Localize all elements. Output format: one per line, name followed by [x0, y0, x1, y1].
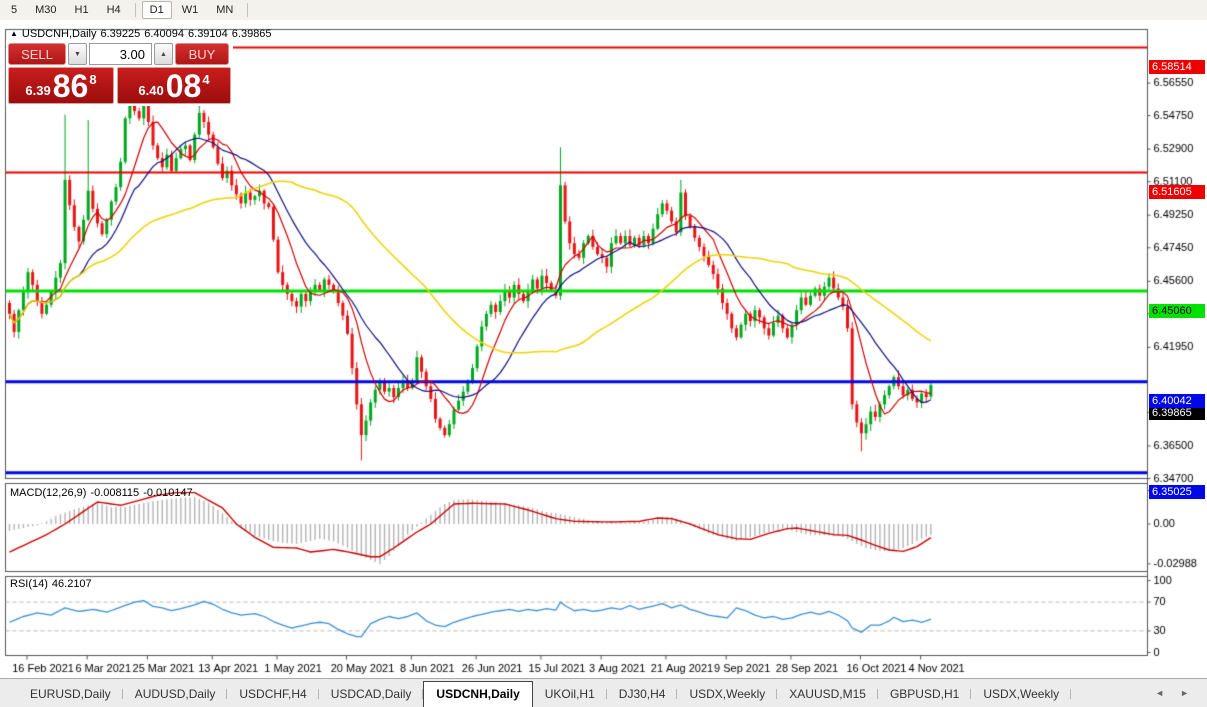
timeframe-button-h1[interactable]: H1 — [67, 1, 97, 19]
tab-ukoil-h1[interactable]: UKOil,H1 — [533, 683, 607, 707]
tab-usdcad-daily[interactable]: USDCAD,Daily — [319, 683, 424, 707]
tab-usdx-weekly[interactable]: USDX,Weekly — [677, 683, 777, 707]
tab-xauusd-m15[interactable]: XAUUSD,M15 — [777, 683, 878, 707]
chart-area: ▲USDCNH,Daily6.392256.400946.391046.3986… — [0, 20, 1207, 678]
sell-price-digits: 86 — [53, 71, 89, 101]
ohlc-open: 6.39225 — [100, 28, 140, 40]
volume-input[interactable]: 3.00 — [89, 43, 152, 65]
chart-tabs: EURUSD,DailyAUDUSD,DailyUSDCHF,H4USDCAD,… — [0, 679, 1071, 707]
tab-scroll-left-button[interactable]: ◄ — [1147, 684, 1172, 702]
tab-scroll-right-button[interactable]: ► — [1172, 684, 1197, 702]
price-level-badge-6-51605: 6.51605 — [1149, 185, 1205, 199]
ohlc-low: 6.39104 — [188, 28, 228, 40]
timeframe-button-5[interactable]: 5 — [3, 1, 25, 19]
volume-increase-button[interactable]: ▲ — [154, 43, 173, 65]
tab-audusd-daily[interactable]: AUDUSD,Daily — [123, 683, 228, 707]
sell-button[interactable]: SELL — [8, 43, 66, 65]
timeframe-button-mn[interactable]: MN — [208, 1, 241, 19]
tab-scroll-arrows: ◄ ► — [1147, 679, 1207, 707]
chart-symbol-label: USDCNH,Daily — [22, 28, 97, 40]
buy-price-digits: 08 — [166, 71, 202, 101]
one-click-trading-panel: SELL ▼ 3.00 ▲ BUY 6.39 86 8 6.40 08 4 — [6, 41, 233, 106]
buy-price-pip: 4 — [202, 72, 209, 87]
price-level-badge-6-35025: 6.35025 — [1149, 485, 1205, 499]
timeframe-toolbar: 5M30H1H4 D1W1MN — [0, 0, 1207, 20]
tab-eurusd-daily[interactable]: EURUSD,Daily — [18, 683, 123, 707]
chart-title: ▲ USDCNH,Daily6.39225 6.40094 6.39104 6.3986… — [10, 28, 276, 40]
sell-price-pip: 8 — [89, 72, 96, 87]
ohlc-close: 6.39865 — [232, 28, 272, 40]
volume-decrease-button[interactable]: ▼ — [68, 43, 87, 65]
mt4-window: 5M30H1H4D1W1MN ▲USDCNH,Daily6.392256.400… — [0, 0, 1207, 707]
chart-direction-icon: ▲ — [10, 29, 18, 38]
macd-indicator-label: MACD(12,26,9)-0.008115-0.010147 — [10, 487, 197, 499]
timeframe-button-d1[interactable]: D1 — [142, 1, 172, 19]
price-level-badge-6-45060: 6.45060 — [1149, 304, 1205, 318]
tab-usdchf-h4[interactable]: USDCHF,H4 — [227, 683, 318, 707]
rsi-indicator-label: RSI(14)46.2107 — [10, 578, 96, 590]
timeframe-button-m30[interactable]: M30 — [27, 1, 64, 19]
price-level-badge-6-40042: 6.40042 — [1149, 394, 1205, 408]
price-level-badge-6-58514: 6.58514 — [1149, 60, 1205, 74]
ohlc-high: 6.40094 — [144, 28, 184, 40]
toolbar-separator — [135, 3, 136, 17]
buy-button[interactable]: BUY — [175, 43, 229, 65]
tab-gbpusd-h1[interactable]: GBPUSD,H1 — [878, 683, 971, 707]
buy-price-box[interactable]: 6.40 08 4 — [117, 67, 231, 104]
sell-price-prefix: 6.39 — [25, 83, 50, 98]
timeframe-button-w1[interactable]: W1 — [174, 1, 207, 19]
chart-canvas[interactable] — [0, 20, 1207, 678]
chart-tab-bar: EURUSD,DailyAUDUSD,DailyUSDCHF,H4USDCAD,… — [0, 678, 1207, 707]
tab-usdcnh-daily[interactable]: USDCNH,Daily — [423, 681, 532, 707]
tab-usdx-weekly[interactable]: USDX,Weekly — [971, 683, 1071, 707]
sell-price-box[interactable]: 6.39 86 8 — [8, 67, 114, 104]
timeframe-button-h4[interactable]: H4 — [99, 1, 129, 19]
buy-price-prefix: 6.40 — [138, 83, 163, 98]
toolbar-separator — [247, 3, 248, 17]
tab-dj30-h4[interactable]: DJ30,H4 — [607, 683, 678, 707]
